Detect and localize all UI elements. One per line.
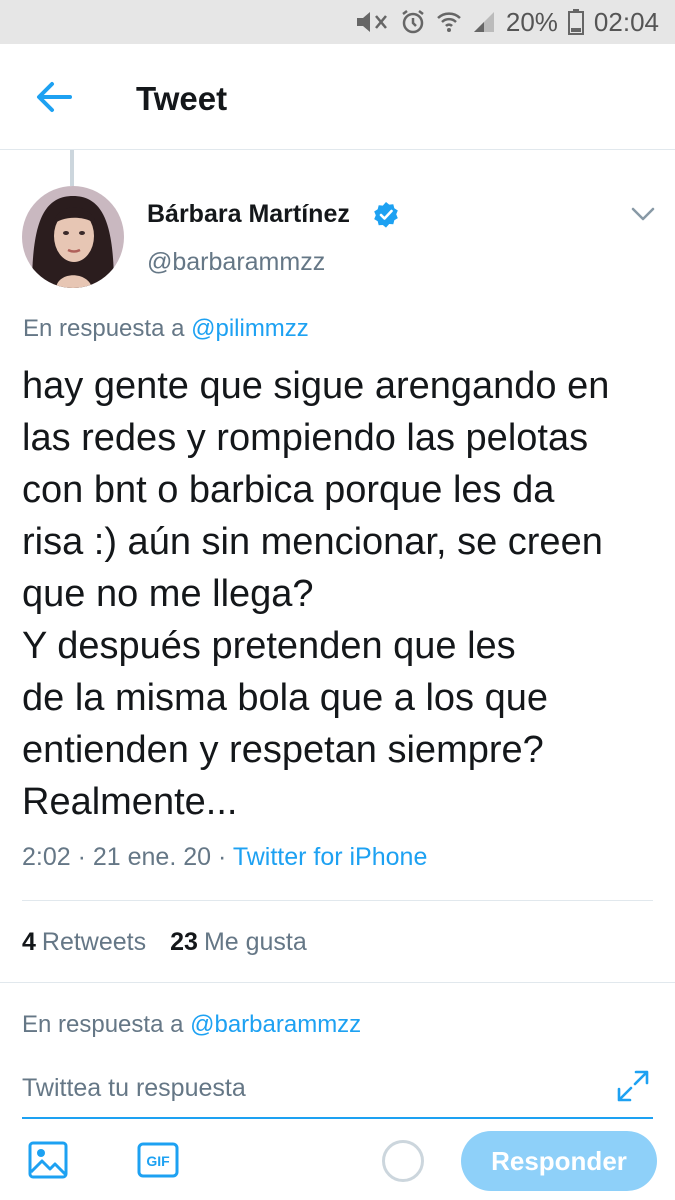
battery-icon <box>567 9 584 35</box>
reply-context-prefix: En respuesta a <box>23 315 192 342</box>
retweets-count: 4 <box>22 928 36 956</box>
avatar[interactable] <box>22 186 124 288</box>
input-underline <box>22 1117 653 1119</box>
tweet-text: hay gente que sigue arengando en las red… <box>22 365 610 823</box>
app-bar: Tweet <box>0 44 675 150</box>
reply-input[interactable] <box>22 1068 602 1108</box>
divider <box>22 900 653 901</box>
divider <box>0 982 675 983</box>
page-title: Tweet <box>136 80 228 117</box>
likes-stat[interactable]: 23 Me gusta <box>170 928 307 957</box>
wifi-icon <box>436 9 462 35</box>
tweet-meta: 2:02 · 21 ene. 20 · Twitter for iPhone <box>22 843 427 872</box>
author-handle[interactable]: @barbarammzz <box>147 248 325 277</box>
arrow-left-icon <box>37 82 72 112</box>
gif-icon[interactable]: GIF <box>137 1142 179 1178</box>
reply-submit-button[interactable]: Responder <box>461 1131 657 1191</box>
retweets-stat[interactable]: 4 Retweets <box>22 928 146 957</box>
composer-reply-context: En respuesta a @barbarammzz <box>22 1011 361 1039</box>
verified-badge-icon <box>374 202 398 228</box>
chevron-down-icon[interactable] <box>630 205 656 223</box>
tweet-timestamp: 2:02 · 21 ene. 20 · <box>22 843 233 871</box>
character-counter <box>382 1140 424 1182</box>
status-clock: 02:04 <box>593 6 659 37</box>
tweet-stats: 4 Retweets 23 Me gusta <box>22 928 307 957</box>
tweet-source-link[interactable]: Twitter for iPhone <box>233 843 428 871</box>
alarm-icon <box>400 9 426 35</box>
expand-icon[interactable] <box>615 1068 651 1104</box>
reply-context: En respuesta a @pilimmzz <box>23 315 309 343</box>
status-bar: 20% 02:04 <box>0 0 675 44</box>
composer-reply-prefix: En respuesta a <box>22 1011 191 1038</box>
thread-connector-line <box>70 150 74 186</box>
likes-count: 23 <box>170 928 198 956</box>
signal-icon <box>472 10 496 34</box>
reply-mention-link[interactable]: @pilimmzz <box>191 315 309 342</box>
battery-percent: 20% <box>505 6 558 37</box>
svg-text:GIF: GIF <box>146 1153 170 1169</box>
likes-label: Me gusta <box>203 928 307 956</box>
back-button[interactable] <box>34 80 74 114</box>
image-icon[interactable] <box>28 1140 68 1180</box>
retweets-label: Retweets <box>41 928 147 956</box>
mute-icon <box>354 10 390 34</box>
composer-reply-mention[interactable]: @barbarammzz <box>190 1011 361 1038</box>
author-name[interactable]: Bárbara Martínez <box>147 200 350 229</box>
